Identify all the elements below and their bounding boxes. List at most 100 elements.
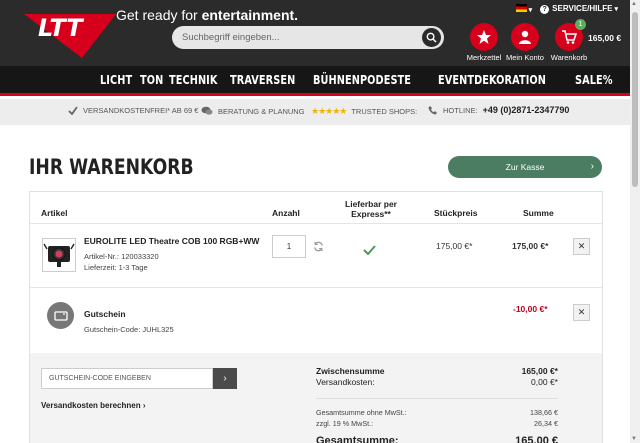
header-unit-price: Stückpreis — [434, 208, 478, 218]
subtotal-label: Zwischensumme — [316, 366, 385, 376]
search-bar — [172, 26, 444, 49]
nav-item-eventdekoration[interactable]: EVENTDEKORATION — [438, 66, 546, 93]
grand-total-value: 165,00 € — [515, 435, 558, 443]
trust-shipping-text: VERSANDKOSTENFREI* AB 69 € — [83, 106, 199, 115]
scroll-down-icon[interactable]: ▼ — [631, 436, 637, 442]
site-header: LTT Get ready for entertainment. ▾ ?SERV… — [0, 0, 640, 66]
search-icon — [426, 32, 437, 43]
cart-label: Warenkorb — [550, 53, 588, 62]
phone-icon — [428, 106, 437, 115]
product-article-number: Artikel-Nr.: 120033320 — [84, 252, 159, 261]
cart-total: 165,00 € — [588, 33, 622, 43]
chevron-right-icon: › — [142, 401, 146, 410]
tagline: Get ready for entertainment. — [116, 7, 298, 23]
search-input[interactable] — [182, 29, 412, 46]
header-express: Lieferbar per Express** — [343, 199, 399, 219]
checkout-button[interactable]: Zur Kasse › — [448, 156, 602, 178]
scroll-up-icon[interactable]: ▲ — [631, 1, 637, 7]
account-circle — [511, 23, 539, 51]
express-available-check-icon — [363, 245, 376, 255]
spotlight-image — [43, 243, 75, 267]
ltt-logo[interactable]: LTT — [24, 6, 116, 58]
voucher-title: Gutschein — [84, 309, 126, 319]
cart-count-badge: 1 — [575, 19, 586, 30]
product-total: 175,00 €* — [512, 241, 549, 251]
divider — [30, 223, 602, 224]
trust-trusted-text: TRUSTED SHOPS: — [351, 107, 418, 116]
header-quantity: Anzahl — [272, 208, 300, 218]
divider — [316, 398, 558, 399]
cart-circle: 1 — [555, 19, 586, 51]
net-total-label: Gesamtsumme ohne MwSt.: — [316, 408, 407, 417]
trust-consulting: BERATUNG & PLANUNG — [201, 106, 305, 116]
service-link[interactable]: ? SERVICE/HILFE ▾ — [540, 4, 618, 14]
trust-trusted-shops: ★★★★★ TRUSTED SHOPS: — [311, 106, 417, 117]
trust-shipping: VERSANDKOSTENFREI* AB 69 € — [68, 106, 198, 115]
chevron-down-icon: ▾ — [614, 6, 618, 13]
search-button[interactable] — [422, 28, 441, 47]
user-icon — [519, 30, 531, 44]
shipping-cost-link[interactable]: Versandkosten berechnen › — [41, 401, 146, 410]
scrollbar-thumb[interactable] — [632, 12, 638, 187]
hotline-label: HOTLINE: — [443, 105, 478, 115]
divider — [30, 287, 602, 288]
trust-bar: VERSANDKOSTENFREI* AB 69 € BERATUNG & PL… — [0, 99, 630, 125]
cart-icon — [562, 30, 577, 44]
nav-item-sale[interactable]: SALE% — [575, 66, 613, 93]
svg-text:LTT: LTT — [38, 14, 84, 42]
chevron-down-icon: ▾ — [528, 7, 533, 14]
refresh-icon[interactable] — [313, 241, 324, 252]
voucher-code: Gutschein-Code: JUHL325 — [84, 325, 174, 334]
nav-item-licht[interactable]: LICHT — [100, 66, 132, 93]
nav-item-technik[interactable]: TECHNIK — [169, 66, 218, 93]
trust-consulting-text: BERATUNG & PLANUNG — [218, 106, 305, 116]
close-icon: ✕ — [577, 241, 586, 251]
checkmark-icon — [68, 106, 78, 115]
shipping-value: 0,00 €* — [531, 377, 558, 387]
net-total-value: 138,66 € — [530, 408, 558, 417]
chevron-right-icon: › — [590, 161, 594, 172]
coupon-code-input[interactable] — [41, 368, 213, 389]
product-name[interactable]: EUROLITE LED Theatre COB 100 RGB+WW — [84, 236, 259, 246]
header-total: Summe — [523, 208, 554, 218]
subtotal-value: 165,00 €* — [521, 366, 558, 376]
top-right-links: ▾ ? SERVICE/HILFE ▾ — [515, 4, 618, 14]
account-label: Mein Konto — [506, 53, 544, 62]
page-title: IHR WARENKORB — [29, 155, 194, 179]
remove-voucher-button[interactable]: ✕ — [573, 304, 590, 321]
shipping-cost-link-label: Versandkosten berechnen — [41, 401, 141, 410]
rating-stars-icon: ★★★★★ — [311, 106, 347, 116]
voucher-icon — [47, 302, 74, 329]
header-express-line1: Lieferbar per — [345, 199, 397, 209]
help-icon: ? — [540, 5, 550, 14]
vat-label: zzgl. 19 % MwSt.: — [316, 419, 374, 428]
remove-product-button[interactable]: ✕ — [573, 238, 590, 255]
hotline-number[interactable]: +49 (0)2871-2347790 — [483, 105, 570, 115]
page-scrollbar[interactable]: ▲ ▼ — [630, 0, 640, 443]
nav-item-buehnenpodeste[interactable]: BÜHNENPODESTE — [313, 66, 411, 93]
close-icon: ✕ — [577, 307, 586, 317]
ticket-icon — [53, 310, 68, 321]
coupon-submit-button[interactable]: › — [213, 368, 237, 389]
quantity-input[interactable]: 1 — [272, 235, 306, 258]
chevron-right-icon: › — [223, 373, 227, 384]
service-label: SERVICE/HILFE — [552, 4, 613, 13]
header-article: Artikel — [41, 208, 68, 218]
product-delivery-time: Lieferzeit: 1-3 Tage — [84, 263, 148, 272]
grand-total-label: Gesamtsumme: — [316, 435, 399, 443]
trust-hotline: HOTLINE: +49 (0)2871-2347790 — [428, 105, 569, 115]
nav-item-ton[interactable]: TON — [140, 66, 163, 93]
german-flag-icon — [515, 4, 527, 12]
voucher-amount: -10,00 €* — [513, 304, 548, 314]
wishlist-circle — [470, 23, 498, 51]
tagline-prefix: Get ready for — [116, 7, 202, 23]
tagline-bold: entertainment. — [201, 7, 299, 23]
cart-table: Artikel Anzahl Lieferbar per Express** S… — [29, 191, 603, 443]
language-selector[interactable]: ▾ — [515, 4, 533, 14]
nav-item-traversen[interactable]: TRAVERSEN — [230, 66, 295, 93]
product-image[interactable] — [42, 238, 76, 272]
star-icon — [477, 30, 491, 44]
wishlist-label: Merkzettel — [466, 53, 502, 62]
vat-value: 26,34 € — [534, 419, 558, 428]
product-unit-price: 175,00 €* — [436, 241, 473, 251]
